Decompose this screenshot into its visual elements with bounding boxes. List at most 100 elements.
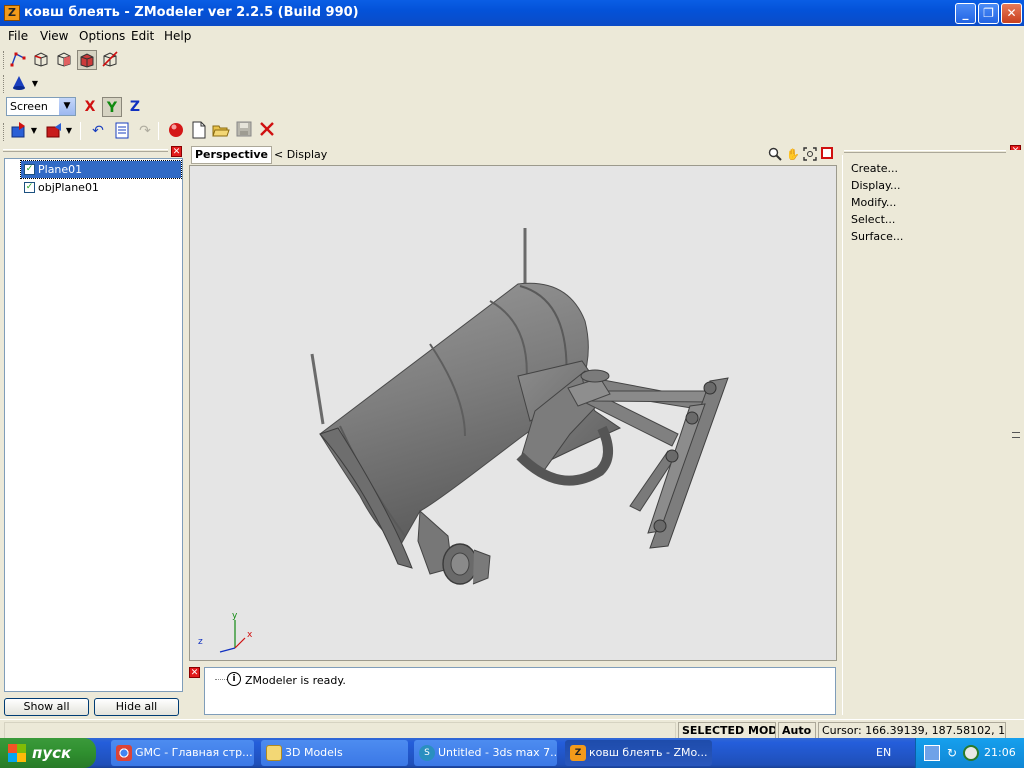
task-chrome[interactable]: GMC - Главная стр... — [111, 740, 254, 766]
command-modify[interactable]: Modify... — [851, 196, 896, 209]
log-message: ZModeler is ready. — [245, 674, 346, 687]
cursor-coordinates: Cursor: 166.39139, 187.58102, 178.33 — [818, 722, 1006, 739]
system-tray: ↻ 21:06 — [915, 738, 1024, 768]
axis-lock-toolbar: ▼ — [0, 72, 1024, 96]
main-window: Z ковш блеять - ZModeler ver 2.2.5 (Buil… — [0, 0, 1024, 739]
snow-plow-model: y x z — [198, 228, 729, 653]
menu-help[interactable]: Help — [164, 29, 191, 43]
pivot-cone-icon[interactable] — [9, 74, 29, 94]
tray-app-icon[interactable] — [963, 745, 979, 761]
task-label: ковш блеять - ZMo... — [589, 746, 708, 759]
import-icon[interactable] — [9, 121, 29, 141]
visibility-checkbox[interactable]: ✓ — [24, 164, 35, 175]
delete-icon[interactable] — [257, 121, 277, 141]
minimize-button[interactable]: _ — [955, 3, 976, 24]
info-icon: i — [227, 672, 241, 686]
chevron-down-icon[interactable]: ▼ — [64, 121, 74, 141]
start-button[interactable]: пуск — [0, 738, 96, 768]
pan-hand-icon[interactable]: ✋ — [785, 147, 801, 163]
command-surface[interactable]: Surface... — [851, 230, 903, 243]
task-3d-models[interactable]: 3D Models — [261, 740, 408, 766]
status-bar: SELECTED MODE Auto Cursor: 166.39139, 18… — [0, 719, 1024, 739]
network-icon[interactable] — [924, 745, 940, 761]
panel-grip[interactable] — [3, 149, 168, 152]
chevron-down-icon[interactable]: ▼ — [59, 98, 75, 115]
open-folder-icon[interactable] — [211, 121, 231, 141]
3dsmax-icon: S — [419, 745, 435, 761]
tree-item-plane01[interactable]: ✓ Plane01 — [20, 160, 182, 179]
maximize-viewport-icon[interactable] — [819, 147, 835, 163]
viewport-title-button[interactable]: Perspective — [191, 146, 273, 164]
log-output[interactable]: i ZModeler is ready. — [204, 667, 836, 715]
object-list-panel: ✕ ✓ Plane01 ✓ objPlane01 Show all Hide a… — [0, 145, 187, 717]
close-log-icon[interactable]: ✕ — [189, 667, 200, 678]
command-panel-scrollbar[interactable] — [1009, 150, 1024, 717]
render-icon[interactable] — [166, 121, 186, 141]
undo-icon[interactable]: ↶ — [88, 121, 108, 141]
edge-mode-icon[interactable] — [31, 50, 51, 70]
export-icon[interactable] — [44, 121, 64, 141]
clipboard-icon[interactable] — [112, 121, 132, 141]
toolbar-separator — [80, 122, 81, 140]
show-all-button[interactable]: Show all — [4, 698, 89, 716]
viewport-panel: Perspective < Display ✋ y x z — [189, 145, 837, 663]
toolbar-grip[interactable] — [3, 51, 6, 69]
antivirus-icon[interactable]: ↻ — [944, 745, 960, 761]
maximize-button[interactable]: ❐ — [978, 3, 999, 24]
zoom-icon[interactable] — [767, 147, 783, 163]
x-axis-button[interactable]: X — [80, 97, 100, 117]
toolbar-grip[interactable] — [3, 123, 6, 141]
windows-flag-icon — [8, 744, 26, 762]
face-mode-icon[interactable] — [54, 50, 74, 70]
redo-icon[interactable]: ↷ — [135, 121, 155, 141]
chevron-down-icon[interactable]: ▼ — [30, 74, 40, 94]
coordinate-system-select[interactable]: Screen ▼ — [6, 97, 76, 116]
vertex-mode-icon[interactable] — [8, 50, 28, 70]
close-panel-icon[interactable]: ✕ — [171, 146, 182, 157]
menu-options[interactable]: Options — [79, 29, 125, 43]
object-tree[interactable]: ✓ Plane01 ✓ objPlane01 — [4, 158, 183, 692]
log-panel: ✕ i ZModeler is ready. — [188, 664, 838, 716]
task-3dsmax[interactable]: S Untitled - 3ds max 7... — [414, 740, 557, 766]
menu-edit[interactable]: Edit — [131, 29, 154, 43]
chevron-down-icon[interactable]: ▼ — [29, 121, 39, 141]
clock[interactable]: 21:06 — [984, 746, 1016, 759]
selection-mode-indicator[interactable]: SELECTED MODE — [678, 722, 776, 739]
zmodeler-icon: Z — [570, 745, 586, 761]
visibility-checkbox[interactable]: ✓ — [24, 182, 35, 193]
panel-grip[interactable] — [844, 150, 1006, 153]
zmodeler-app-icon[interactable]: Z — [4, 5, 20, 21]
viewport-header: Perspective < Display ✋ — [189, 145, 837, 165]
hide-all-button[interactable]: Hide all — [94, 698, 179, 716]
command-select[interactable]: Select... — [851, 213, 895, 226]
menu-file[interactable]: File — [8, 29, 28, 43]
hidden-object-icon[interactable] — [100, 50, 120, 70]
object-mode-icon[interactable] — [77, 50, 97, 70]
command-display[interactable]: Display... — [851, 179, 900, 192]
3d-viewport[interactable]: y x z — [189, 165, 837, 661]
z-axis-button[interactable]: Z — [125, 97, 145, 117]
display-menu-button[interactable]: < Display — [274, 148, 327, 161]
scroll-grip-icon[interactable] — [1012, 432, 1020, 438]
folder-icon — [266, 745, 282, 761]
axis-z-label: z — [198, 637, 203, 647]
new-file-icon[interactable] — [189, 121, 209, 141]
tree-item-objplane01[interactable]: ✓ objPlane01 — [21, 179, 181, 196]
toolbar-separator — [158, 122, 159, 140]
menu-view[interactable]: View — [40, 29, 68, 43]
status-message-area — [4, 722, 676, 739]
auto-indicator[interactable]: Auto — [778, 722, 816, 739]
coordinate-system-value: Screen — [10, 100, 48, 113]
command-list: Create... Display... Modify... Select...… — [842, 155, 1010, 715]
task-label: Untitled - 3ds max 7... — [438, 746, 557, 759]
command-create[interactable]: Create... — [851, 162, 898, 175]
save-icon[interactable] — [234, 121, 254, 141]
zoom-extents-icon[interactable] — [802, 147, 818, 163]
toolbar-grip[interactable] — [3, 75, 6, 93]
y-axis-button[interactable]: Y — [102, 97, 122, 117]
language-indicator[interactable]: EN — [876, 746, 891, 759]
task-label: GMC - Главная стр... — [135, 746, 253, 759]
task-zmodeler[interactable]: Z ковш блеять - ZMo... — [565, 740, 712, 766]
close-button[interactable]: ✕ — [1001, 3, 1022, 24]
title-bar[interactable]: Z ковш блеять - ZModeler ver 2.2.5 (Buil… — [0, 0, 1024, 26]
